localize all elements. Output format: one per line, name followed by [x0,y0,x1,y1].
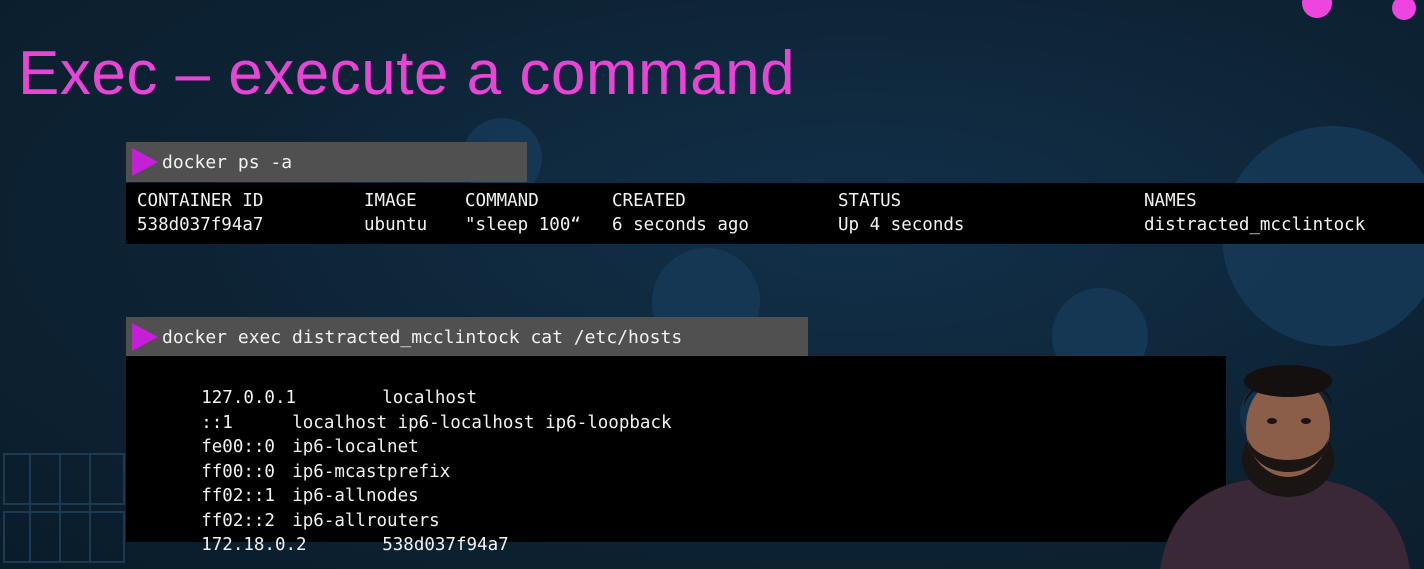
hosts-line: ff02::2 ip6-allrouters [138,485,440,531]
hosts-line: fe00::0 ip6-localnet [138,411,418,457]
ps-cell-status: Up 4 seconds [838,215,965,235]
hosts-line: ff00::0 ip6-mcastprefix [138,436,450,482]
ps-header-command: COMMAND [465,191,539,211]
decor-dot-icon [1302,0,1332,18]
ps-command-bar: docker ps -a [126,142,527,182]
ps-header-container-id: CONTAINER ID [137,191,264,211]
play-triangle-icon [132,323,158,351]
ps-data-row: 538d037f94a7 ubuntu "sleep 100“ 6 second… [126,215,1424,239]
ps-cell-created: 6 seconds ago [612,215,749,235]
ps-header-status: STATUS [838,191,902,211]
slide-title: Exec – execute a command [18,39,796,108]
hosts-names: 538d037f94a7 [382,535,509,555]
background-rack-pattern [3,453,125,563]
ps-header-created: CREATED [612,191,686,211]
ps-command-text: docker ps -a [162,151,293,173]
exec-command-bar: docker exec distracted_mcclintock cat /e… [126,317,808,357]
ps-cell-names: distracted_mcclintock [1144,215,1366,235]
ps-output: CONTAINER ID IMAGE COMMAND CREATED STATU… [126,183,1424,244]
ps-header-row: CONTAINER ID IMAGE COMMAND CREATED STATU… [126,191,1424,215]
ps-cell-image: ubuntu [364,215,428,235]
ps-header-image: IMAGE [364,191,417,211]
hosts-line: ::1 localhost ip6-localhost ip6-loopback [138,387,671,433]
ps-cell-container-id: 538d037f94a7 [137,215,264,235]
hosts-line: 172.18.0.2 538d037f94a7 [138,509,508,555]
hosts-line: 127.0.0.1 localhost [138,362,477,408]
decor-dot-icon [1392,0,1416,20]
exec-command-text: docker exec distracted_mcclintock cat /e… [162,326,683,348]
play-triangle-icon [132,148,158,176]
hosts-line: ff02::1 ip6-allnodes [138,460,418,506]
presenter-video-icon [1160,365,1410,569]
ps-cell-command: "sleep 100“ [465,215,581,235]
ps-header-names: NAMES [1144,191,1197,211]
hosts-output: 127.0.0.1 localhost ::1 localhost ip6-loca… [126,356,1226,555]
slide: Exec – execute a command docker ps -a CO… [0,0,1424,569]
hosts-address: 172.18.0.2 [201,535,307,555]
